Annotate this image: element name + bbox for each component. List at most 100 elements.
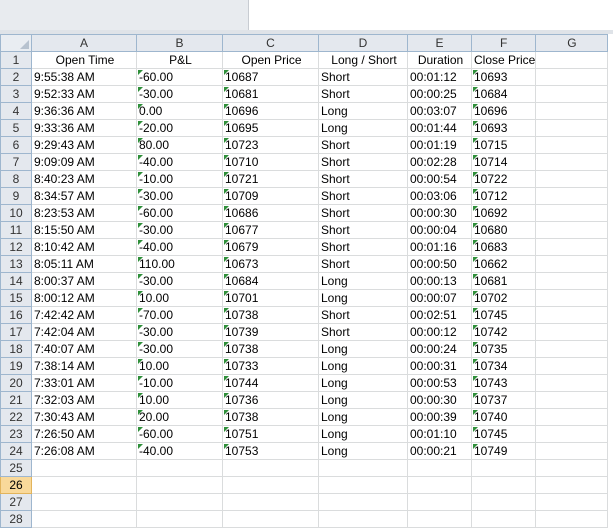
cell[interactable]: 8:00:12 AM — [31, 289, 137, 307]
formula-bar[interactable] — [249, 0, 613, 31]
cell[interactable]: 7:32:03 AM — [31, 391, 137, 409]
cell[interactable]: 00:00:54 — [407, 170, 472, 188]
cell[interactable] — [535, 442, 609, 460]
cell[interactable]: 9:52:33 AM — [31, 85, 137, 103]
cell[interactable]: 10702 — [470, 289, 537, 307]
cell[interactable]: 00:00:39 — [407, 408, 472, 426]
row-header[interactable]: 11 — [0, 221, 32, 239]
cell[interactable]: 10684 — [470, 85, 537, 103]
cell[interactable]: Short — [318, 221, 408, 239]
row-header[interactable]: 20 — [0, 374, 32, 392]
cell[interactable] — [535, 510, 609, 528]
cell[interactable]: 00:00:13 — [407, 272, 472, 290]
cell[interactable]: Short — [318, 153, 408, 171]
cell[interactable]: 00:03:06 — [407, 187, 472, 205]
cell[interactable]: Long — [318, 374, 408, 392]
cell[interactable] — [535, 306, 609, 324]
column-header-g[interactable]: G — [535, 34, 609, 52]
cell[interactable] — [407, 459, 472, 477]
cell[interactable]: 10738 — [222, 306, 319, 324]
cell[interactable]: 10662 — [470, 255, 537, 273]
cell[interactable]: 10681 — [222, 85, 319, 103]
cell[interactable] — [535, 102, 609, 120]
cell[interactable]: Short — [318, 204, 408, 222]
cell[interactable] — [535, 408, 609, 426]
cell[interactable]: -60.00 — [136, 204, 223, 222]
row-header[interactable]: 18 — [0, 340, 32, 358]
cell[interactable] — [470, 510, 537, 528]
cell[interactable]: 00:00:31 — [407, 357, 472, 375]
cell[interactable] — [535, 374, 609, 392]
cell[interactable]: 10701 — [222, 289, 319, 307]
cell[interactable]: 7:33:01 AM — [31, 374, 137, 392]
cell[interactable]: 00:02:28 — [407, 153, 472, 171]
cell[interactable]: 00:00:53 — [407, 374, 472, 392]
row-header[interactable]: 26 — [0, 476, 32, 494]
cell[interactable]: 10723 — [222, 136, 319, 154]
cell[interactable]: 00:01:10 — [407, 425, 472, 443]
cell[interactable]: Long — [318, 119, 408, 137]
cell[interactable] — [535, 340, 609, 358]
cell[interactable]: Short — [318, 187, 408, 205]
cell[interactable]: 10696 — [470, 102, 537, 120]
cell[interactable]: Short — [318, 238, 408, 256]
header-cell[interactable]: Long / Short — [318, 51, 408, 69]
cell[interactable]: 10721 — [222, 170, 319, 188]
cell[interactable]: Long — [318, 425, 408, 443]
cell[interactable] — [222, 493, 319, 511]
row-header[interactable]: 28 — [0, 510, 32, 528]
cell[interactable]: Short — [318, 85, 408, 103]
cell[interactable] — [470, 476, 537, 494]
cell[interactable]: 10745 — [470, 425, 537, 443]
cell[interactable]: 00:03:07 — [407, 102, 472, 120]
cell[interactable]: -30.00 — [136, 221, 223, 239]
row-header[interactable]: 19 — [0, 357, 32, 375]
header-cell[interactable]: Duration — [407, 51, 472, 69]
cell[interactable]: 80.00 — [136, 136, 223, 154]
row-header[interactable]: 17 — [0, 323, 32, 341]
cell[interactable] — [535, 272, 609, 290]
cell[interactable]: 10696 — [222, 102, 319, 120]
cell[interactable]: -60.00 — [136, 68, 223, 86]
cell[interactable]: 00:01:19 — [407, 136, 472, 154]
cell[interactable]: 00:00:30 — [407, 391, 472, 409]
cell[interactable]: -30.00 — [136, 323, 223, 341]
cell[interactable] — [535, 459, 609, 477]
cell[interactable]: 10745 — [470, 306, 537, 324]
cell[interactable]: -60.00 — [136, 425, 223, 443]
cell[interactable]: -10.00 — [136, 170, 223, 188]
name-box[interactable] — [0, 0, 249, 31]
cell[interactable]: 10733 — [222, 357, 319, 375]
cell[interactable]: 10714 — [470, 153, 537, 171]
cell[interactable]: 00:00:24 — [407, 340, 472, 358]
cell[interactable] — [318, 476, 408, 494]
cell[interactable]: Long — [318, 289, 408, 307]
cell[interactable]: -30.00 — [136, 187, 223, 205]
cell[interactable]: 10738 — [222, 408, 319, 426]
cell[interactable]: Long — [318, 102, 408, 120]
cell[interactable]: 20.00 — [136, 408, 223, 426]
header-cell[interactable] — [535, 51, 609, 69]
cell[interactable]: 10683 — [470, 238, 537, 256]
cell[interactable] — [535, 68, 609, 86]
cell[interactable] — [535, 493, 609, 511]
cell[interactable]: 00:00:50 — [407, 255, 472, 273]
row-header[interactable]: 5 — [0, 119, 32, 137]
cell[interactable]: 10679 — [222, 238, 319, 256]
header-cell[interactable]: Open Price — [222, 51, 319, 69]
cell[interactable]: 00:01:44 — [407, 119, 472, 137]
column-header-b[interactable]: B — [136, 34, 223, 52]
cell[interactable]: 00:00:04 — [407, 221, 472, 239]
cell[interactable]: 9:33:36 AM — [31, 119, 137, 137]
cell[interactable]: 10736 — [222, 391, 319, 409]
cell[interactable]: 00:00:21 — [407, 442, 472, 460]
row-header[interactable]: 12 — [0, 238, 32, 256]
cell[interactable] — [535, 357, 609, 375]
cell[interactable] — [407, 476, 472, 494]
cell[interactable]: -30.00 — [136, 85, 223, 103]
cell[interactable]: Long — [318, 442, 408, 460]
row-header[interactable]: 24 — [0, 442, 32, 460]
cell[interactable] — [535, 221, 609, 239]
row-header[interactable]: 14 — [0, 272, 32, 290]
cell[interactable]: Short — [318, 68, 408, 86]
